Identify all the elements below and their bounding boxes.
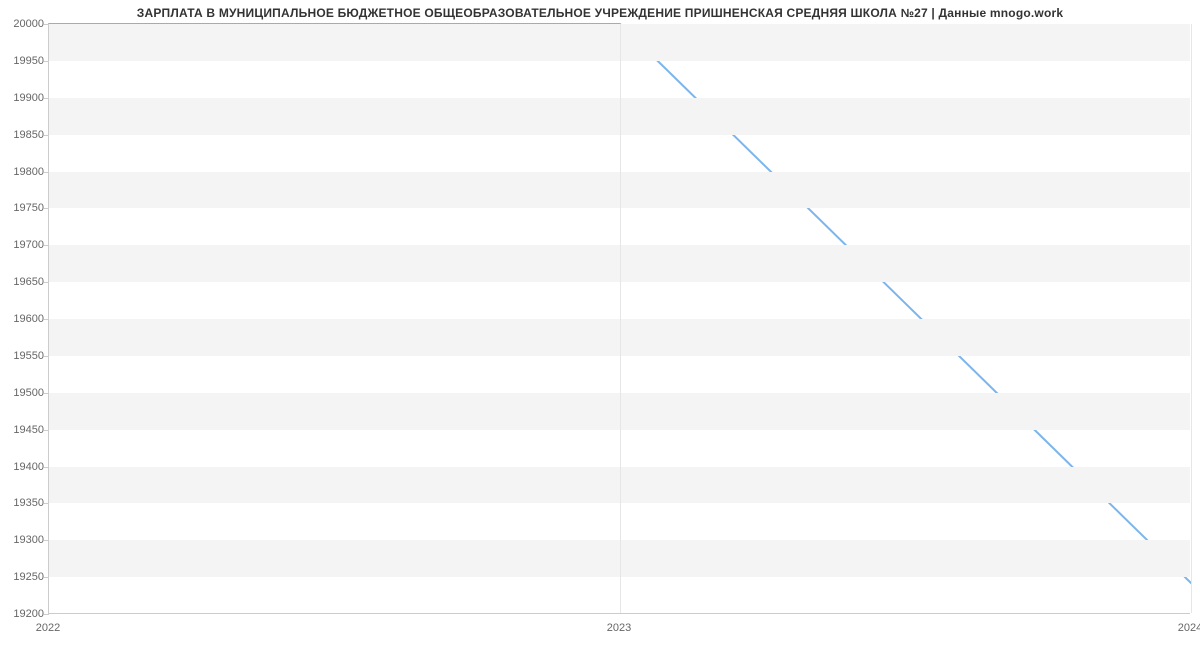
y-axis-tick <box>44 430 49 431</box>
y-axis-label: 19350 <box>13 497 44 509</box>
y-axis-label: 19650 <box>13 276 44 288</box>
y-axis-label: 19900 <box>13 92 44 104</box>
y-axis-label: 19450 <box>13 424 44 436</box>
y-axis-label: 19750 <box>13 202 44 214</box>
y-axis-tick <box>44 614 49 615</box>
y-axis-tick <box>44 319 49 320</box>
y-axis-tick <box>44 61 49 62</box>
y-axis-label: 19700 <box>13 239 44 251</box>
y-axis-tick <box>44 208 49 209</box>
y-axis-tick <box>44 24 49 25</box>
y-axis-tick <box>44 503 49 504</box>
y-axis-tick <box>44 540 49 541</box>
y-axis-label: 19800 <box>13 166 44 178</box>
y-axis-tick <box>44 245 49 246</box>
y-axis-tick <box>44 577 49 578</box>
y-axis-label: 19550 <box>13 350 44 362</box>
grid-line-vertical <box>1191 24 1192 613</box>
y-axis-label: 19250 <box>13 571 44 583</box>
x-axis-label: 2024 <box>1178 622 1200 634</box>
y-axis-label: 19950 <box>13 55 44 67</box>
y-axis-tick <box>44 467 49 468</box>
y-axis-label: 20000 <box>13 18 44 30</box>
plot-area <box>48 24 1190 614</box>
y-axis-tick <box>44 356 49 357</box>
chart-title: ЗАРПЛАТА В МУНИЦИПАЛЬНОЕ БЮДЖЕТНОЕ ОБЩЕО… <box>0 6 1200 20</box>
y-axis-label: 19300 <box>13 534 44 546</box>
y-axis-label: 19850 <box>13 129 44 141</box>
y-axis-label: 19400 <box>13 461 44 473</box>
y-axis-tick <box>44 135 49 136</box>
y-axis-tick <box>44 172 49 173</box>
x-axis-label: 2023 <box>607 622 631 634</box>
y-axis-tick <box>44 393 49 394</box>
chart-container: ЗАРПЛАТА В МУНИЦИПАЛЬНОЕ БЮДЖЕТНОЕ ОБЩЕО… <box>0 0 1200 650</box>
y-axis-label: 19200 <box>13 608 44 620</box>
y-axis-tick <box>44 282 49 283</box>
grid-line-vertical <box>620 24 621 613</box>
y-axis-label: 19600 <box>13 313 44 325</box>
x-axis-label: 2022 <box>36 622 60 634</box>
y-axis-tick <box>44 98 49 99</box>
y-axis-label: 19500 <box>13 387 44 399</box>
